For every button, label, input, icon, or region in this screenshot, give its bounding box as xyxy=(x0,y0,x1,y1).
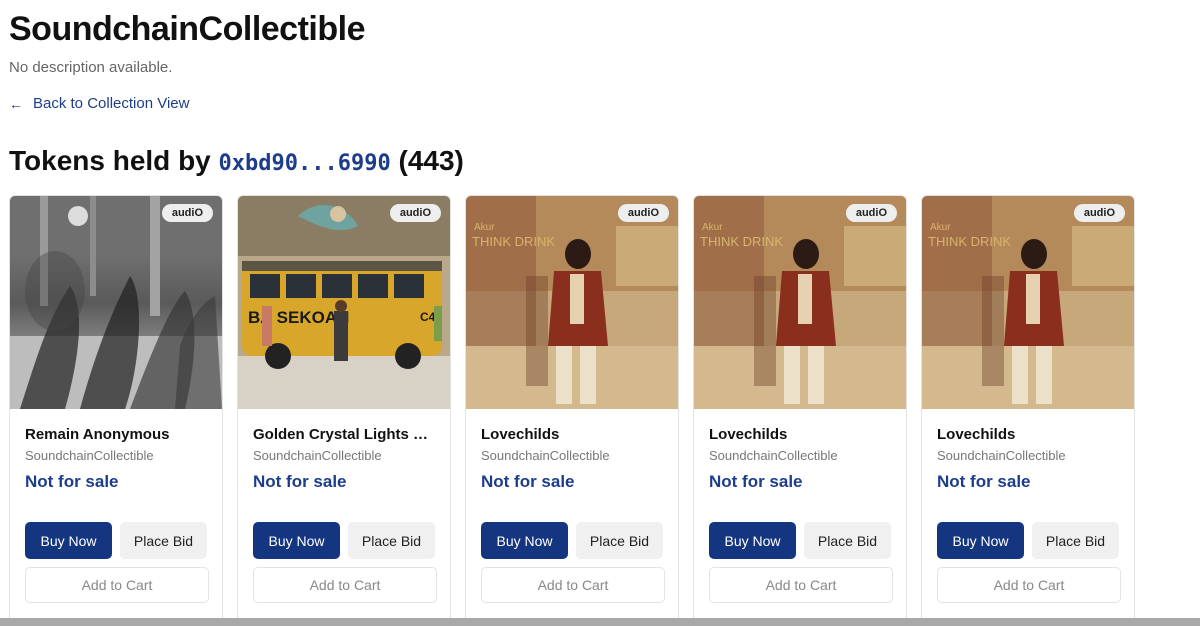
place-bid-button[interactable]: Place Bid xyxy=(120,522,207,559)
page-title: SoundchainCollectible xyxy=(9,10,365,48)
audio-badge: audiO xyxy=(617,204,669,222)
sale-status: Not for sale xyxy=(481,472,575,491)
add-to-cart-button[interactable]: Add to Cart xyxy=(253,567,437,603)
place-bid-button[interactable]: Place Bid xyxy=(576,522,663,559)
buy-now-button[interactable]: Buy Now xyxy=(937,522,1024,559)
token-card[interactable]: Akur THINK DRINK audiO Lovechilds Soundc… xyxy=(693,195,907,626)
token-card[interactable]: audiO Remain Anonymous SoundchainCollect… xyxy=(9,195,223,626)
token-artwork[interactable]: Akur THINK DRINK audiO xyxy=(694,196,906,409)
audio-badge: audiO xyxy=(389,204,441,222)
add-to-cart-button[interactable]: Add to Cart xyxy=(937,567,1121,603)
buy-now-button[interactable]: Buy Now xyxy=(253,522,340,559)
album-title-text: THINK DRINK xyxy=(700,234,783,249)
token-collection: SoundchainCollectible xyxy=(709,448,838,463)
station-artwork-image xyxy=(10,196,222,409)
sale-status: Not for sale xyxy=(709,472,803,491)
place-bid-button[interactable]: Place Bid xyxy=(348,522,435,559)
owner-address[interactable]: 0xbd90...6990 xyxy=(219,151,391,176)
album-artist-text: Akur xyxy=(702,222,723,233)
token-artwork[interactable]: Akur THINK DRINK audiO xyxy=(466,196,678,409)
back-link-label: Back to Collection View xyxy=(33,95,190,112)
buy-now-button[interactable]: Buy Now xyxy=(25,522,112,559)
token-title[interactable]: Lovechilds xyxy=(481,426,663,443)
audio-badge: audiO xyxy=(845,204,897,222)
place-bid-button[interactable]: Place Bid xyxy=(804,522,891,559)
token-title[interactable]: Golden Crystal Lights B... xyxy=(253,426,435,443)
token-title[interactable]: Lovechilds xyxy=(937,426,1119,443)
token-collection: SoundchainCollectible xyxy=(481,448,610,463)
token-grid: audiO Remain Anonymous SoundchainCollect… xyxy=(9,195,1135,626)
audio-badge: audiO xyxy=(1073,204,1125,222)
album-title-text: THINK DRINK xyxy=(928,234,1011,249)
buy-now-button[interactable]: Buy Now xyxy=(481,522,568,559)
bottom-scroll-bar[interactable] xyxy=(0,618,1200,626)
token-artwork[interactable]: audiO xyxy=(10,196,222,409)
token-card[interactable]: Akur THINK DRINK audiO Lovechilds Soundc… xyxy=(921,195,1135,626)
audio-badge: audiO xyxy=(161,204,213,222)
place-bid-button[interactable]: Place Bid xyxy=(1032,522,1119,559)
token-collection: SoundchainCollectible xyxy=(253,448,382,463)
token-collection: SoundchainCollectible xyxy=(25,448,154,463)
sale-status: Not for sale xyxy=(25,472,119,491)
album-artwork-image: Akur THINK DRINK xyxy=(922,196,1134,409)
tokens-heading-prefix: Tokens held by xyxy=(9,145,211,176)
tokens-heading: Tokens held by 0xbd90...6990 (443) xyxy=(9,145,464,177)
add-to-cart-button[interactable]: Add to Cart xyxy=(25,567,209,603)
album-artist-text: Akur xyxy=(474,222,495,233)
token-collection: SoundchainCollectible xyxy=(937,448,1066,463)
sale-status: Not for sale xyxy=(253,472,347,491)
back-to-collection-link[interactable]: ← Back to Collection View xyxy=(9,95,189,112)
bus-code-text: C4 xyxy=(420,310,436,324)
token-count: (443) xyxy=(398,145,464,176)
album-artwork-image: Akur THINK DRINK xyxy=(466,196,678,409)
bus-artwork-image: BA SEKOAH C4 xyxy=(238,196,450,409)
token-card[interactable]: BA SEKOAH C4 audiO Golden Crystal Lights… xyxy=(237,195,451,626)
token-card[interactable]: Akur THINK DRINK audiO Lovechilds Soundc… xyxy=(465,195,679,626)
arrow-left-icon: ← xyxy=(9,95,23,112)
album-artwork-image: Akur THINK DRINK xyxy=(694,196,906,409)
album-title-text: THINK DRINK xyxy=(472,234,555,249)
token-artwork[interactable]: Akur THINK DRINK audiO xyxy=(922,196,1134,409)
album-artist-text: Akur xyxy=(930,222,951,233)
buy-now-button[interactable]: Buy Now xyxy=(709,522,796,559)
sale-status: Not for sale xyxy=(937,472,1031,491)
add-to-cart-button[interactable]: Add to Cart xyxy=(481,567,665,603)
page-description: No description available. xyxy=(9,59,173,76)
token-artwork[interactable]: BA SEKOAH C4 audiO xyxy=(238,196,450,409)
add-to-cart-button[interactable]: Add to Cart xyxy=(709,567,893,603)
token-title[interactable]: Remain Anonymous xyxy=(25,426,207,443)
token-title[interactable]: Lovechilds xyxy=(709,426,891,443)
